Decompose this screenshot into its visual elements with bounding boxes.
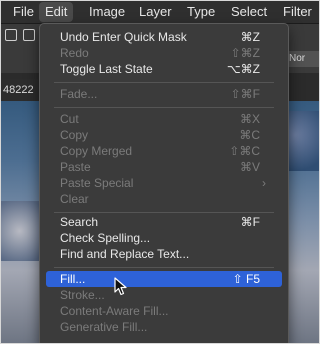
menu-item-shortcut: ⌘F bbox=[240, 215, 260, 229]
blend-mode-select[interactable]: Nor bbox=[285, 51, 319, 67]
menu-item-label: Toggle Last State bbox=[60, 62, 153, 76]
menu-edit[interactable]: Edit bbox=[39, 2, 74, 22]
menu-item-label: Clear bbox=[60, 192, 89, 206]
menu-item-label: Copy bbox=[60, 128, 89, 142]
menu-item-copy-merged: Copy Merged ⇧⌘C bbox=[46, 143, 282, 159]
menu-filter[interactable]: Filter bbox=[277, 1, 318, 23]
menu-item-fade: Fade... ⇧⌘F bbox=[46, 86, 282, 102]
menu-item-clear: Clear bbox=[46, 191, 282, 207]
menu-item-generative-fill: Generative Fill... bbox=[46, 319, 282, 335]
menu-item-shortcut: ⌘V bbox=[239, 160, 260, 174]
menu-item-shortcut: ⇧⌘F bbox=[230, 87, 260, 101]
menu-item-shortcut: ⇧ F5 bbox=[232, 272, 260, 286]
document-tab[interactable]: 48222 bbox=[1, 79, 43, 101]
menu-item-undo[interactable]: Undo Enter Quick Mask ⌘Z bbox=[46, 29, 282, 45]
menu-item-shortcut: ⌘X bbox=[239, 112, 260, 126]
menu-image[interactable]: Image bbox=[83, 1, 131, 23]
menu-separator bbox=[54, 267, 274, 268]
menu-item-label: Paste Special bbox=[60, 176, 134, 190]
menu-item-check-spelling[interactable]: Check Spelling... bbox=[46, 230, 282, 246]
menu-item-content-aware-fill: Content-Aware Fill... bbox=[46, 303, 282, 319]
menu-item-label: Content-Aware Fill... bbox=[60, 304, 169, 318]
app-window: Nor 48222 File Edit Image Layer Type Sel… bbox=[0, 0, 320, 344]
menu-bar: File Edit Image Layer Type Select Filter bbox=[1, 1, 319, 24]
submenu-chevron-icon: › bbox=[262, 176, 266, 190]
menu-item-label: Cut bbox=[60, 112, 79, 126]
selection-mode-icon[interactable] bbox=[23, 29, 35, 41]
menu-item-label: Find and Replace Text... bbox=[60, 247, 190, 261]
menu-item-search[interactable]: Search ⌘F bbox=[46, 214, 282, 230]
menu-item-label: Generative Fill... bbox=[60, 320, 148, 334]
menu-item-shortcut: ⇧⌘C bbox=[229, 144, 260, 158]
menu-item-find-replace[interactable]: Find and Replace Text... bbox=[46, 246, 282, 262]
menu-item-paste-special: Paste Special › bbox=[46, 175, 282, 191]
menu-type[interactable]: Type bbox=[181, 1, 221, 23]
menu-file[interactable]: File bbox=[7, 1, 40, 23]
menu-item-label: Search bbox=[60, 215, 99, 229]
mouse-pointer-icon bbox=[114, 277, 127, 296]
menu-layer[interactable]: Layer bbox=[133, 1, 178, 23]
menu-item-shortcut: ⌘Z bbox=[240, 30, 260, 44]
menu-item-cut: Cut ⌘X bbox=[46, 111, 282, 127]
menu-item-shortcut: ⌘C bbox=[239, 128, 260, 142]
menu-item-shortcut: ⌥⌘Z bbox=[226, 62, 260, 76]
menu-item-label: Copy Merged bbox=[60, 144, 133, 158]
edit-menu-dropdown: Undo Enter Quick Mask ⌘Z Redo ⇧⌘Z Toggle… bbox=[39, 23, 289, 343]
menu-separator bbox=[54, 107, 274, 108]
menu-item-shortcut: ⇧⌘Z bbox=[230, 46, 260, 60]
menu-item-toggle-last-state[interactable]: Toggle Last State ⌥⌘Z bbox=[46, 61, 282, 77]
menu-separator bbox=[54, 82, 274, 83]
menu-item-label: Fill... bbox=[60, 272, 86, 286]
menu-item-label: Paste bbox=[60, 160, 91, 174]
menu-item-stroke: Stroke... bbox=[46, 287, 282, 303]
menu-item-fill[interactable]: Fill... ⇧ F5 bbox=[46, 271, 282, 287]
menu-item-copy: Copy ⌘C bbox=[46, 127, 282, 143]
menu-item-label: Fade... bbox=[60, 87, 98, 101]
menu-separator bbox=[54, 212, 274, 213]
menu-item-paste: Paste ⌘V bbox=[46, 159, 282, 175]
menu-item-redo: Redo ⇧⌘Z bbox=[46, 45, 282, 61]
tool-preset-icon[interactable] bbox=[5, 29, 17, 41]
menu-select[interactable]: Select bbox=[225, 1, 273, 23]
menu-item-label: Stroke... bbox=[60, 288, 105, 302]
menu-item-label: Check Spelling... bbox=[60, 231, 151, 245]
menu-item-label: Undo Enter Quick Mask bbox=[60, 30, 187, 44]
menu-item-label: Redo bbox=[60, 46, 89, 60]
